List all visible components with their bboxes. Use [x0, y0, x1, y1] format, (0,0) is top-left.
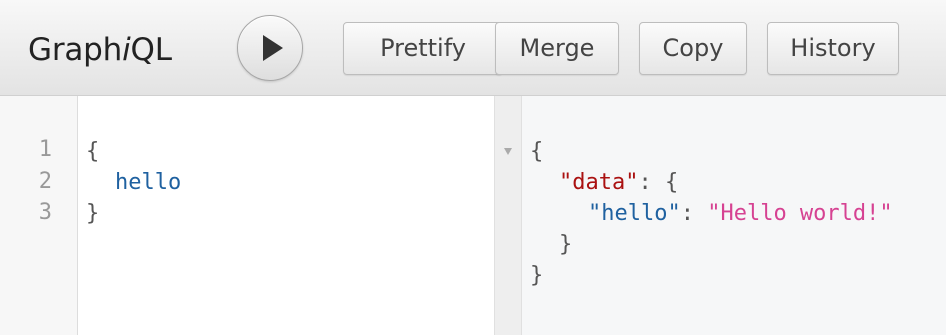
result-data-key: "data": [559, 170, 639, 195]
fold-arrow-icon[interactable]: [504, 148, 512, 155]
app-title-italic: i: [122, 32, 131, 68]
result-outer-close: }: [530, 263, 544, 288]
result-viewer: { "data": { "hello": "Hello world!" } }: [522, 96, 946, 335]
app-title-part: Graph: [28, 32, 123, 68]
result-hello-key: "hello": [588, 201, 681, 226]
query-close-brace: }: [86, 201, 100, 226]
execute-query-button[interactable]: [237, 15, 303, 81]
result-data-line: "data": {: [559, 168, 678, 198]
merge-button[interactable]: Merge: [495, 22, 619, 75]
line-number: 3: [38, 200, 52, 225]
query-editor[interactable]: { hello }: [78, 96, 494, 335]
line-number-gutter: 1 2 3: [0, 96, 78, 335]
result-open-brace: {: [530, 139, 544, 164]
line-number: 1: [38, 137, 52, 162]
prettify-button[interactable]: Prettify: [343, 22, 503, 75]
play-icon: [263, 35, 283, 61]
result-hello-line: "hello": "Hello world!": [588, 199, 893, 229]
result-data-sep: : {: [638, 170, 679, 195]
query-open-brace: {: [86, 139, 100, 164]
history-button[interactable]: History: [767, 22, 899, 75]
pane-divider[interactable]: [494, 96, 522, 335]
app-title-part: QL: [130, 32, 172, 68]
line-number: 2: [38, 169, 52, 194]
result-hello-value: "Hello world!": [707, 201, 893, 226]
result-inner-close: }: [559, 232, 573, 257]
toolbar: GraphiQL Prettify Merge Copy History: [0, 0, 946, 96]
app-title: GraphiQL: [28, 0, 172, 96]
query-field: hello: [115, 170, 182, 195]
copy-button[interactable]: Copy: [639, 22, 747, 75]
result-hello-sep: :: [680, 201, 708, 226]
